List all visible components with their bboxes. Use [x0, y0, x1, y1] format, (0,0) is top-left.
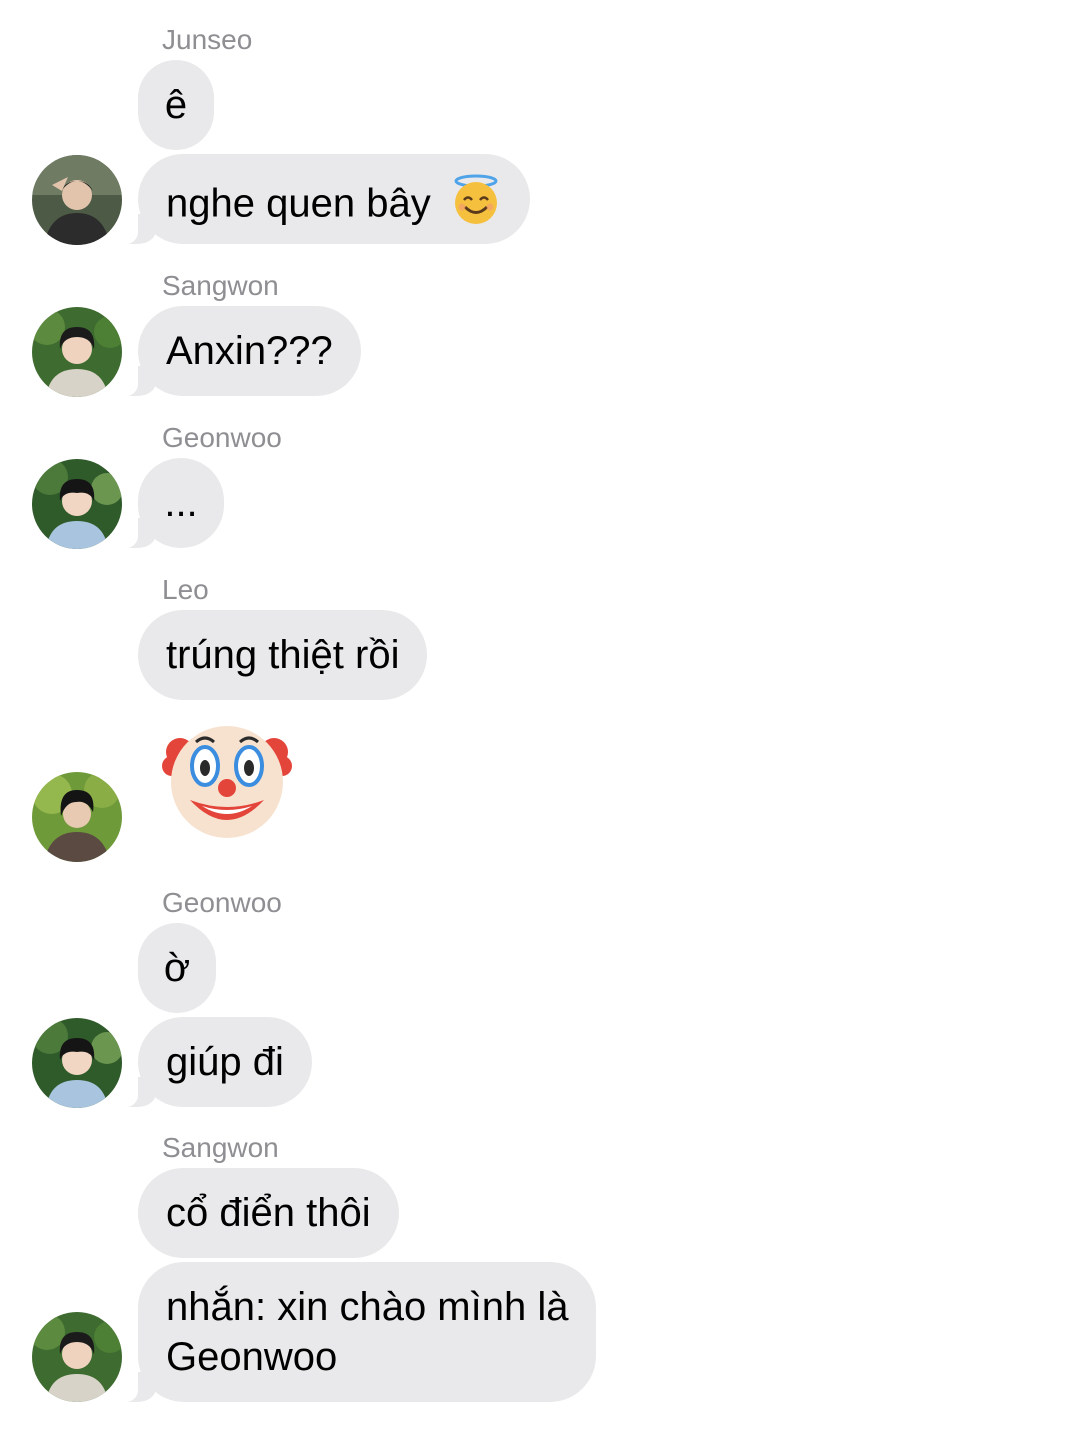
message-bubble[interactable]: nhắn: xin chào mình là Geonwoo — [119, 1262, 597, 1402]
sender-name: Sangwon — [162, 270, 279, 301]
avatar[interactable] — [32, 155, 122, 245]
message-text: cổ điển thôi — [166, 1191, 371, 1235]
message-text: ... — [164, 481, 198, 525]
message-bubble[interactable]: ... — [120, 458, 224, 548]
sender-name: Geonwoo — [162, 422, 282, 453]
avatar[interactable] — [32, 1312, 122, 1402]
sender-name: Geonwoo — [162, 887, 282, 918]
message-bubble[interactable]: nghe quen bây — [120, 154, 530, 244]
avatar[interactable] — [32, 459, 122, 549]
message-bubble[interactable]: cổ điển thôi — [138, 1168, 399, 1258]
avatar[interactable] — [32, 772, 122, 862]
message-text: Anxin??? — [166, 329, 333, 373]
sender-name: Sangwon — [162, 1132, 279, 1163]
message-text: nhắn: xin chào mình là — [166, 1285, 569, 1329]
avatar[interactable] — [32, 307, 122, 397]
avatar[interactable] — [32, 1018, 122, 1108]
message-bubble[interactable]: ờ — [138, 923, 216, 1013]
sender-name: Leo — [162, 574, 209, 605]
message-text: giúp đi — [166, 1040, 284, 1084]
message-text: ê — [164, 83, 188, 127]
clown-face-emoji-icon[interactable] — [162, 722, 292, 840]
message-bubble[interactable]: giúp đi — [120, 1017, 312, 1107]
message-text: ờ — [163, 946, 191, 990]
message-bubble[interactable]: trúng thiệt rồi — [138, 610, 428, 700]
message-bubble[interactable]: ê — [138, 60, 214, 150]
message-text: nghe quen bây — [166, 181, 431, 226]
halo-smile-emoji-icon — [450, 174, 502, 238]
message-text: trúng thiệt rồi — [166, 633, 400, 677]
message-bubble[interactable]: Anxin??? — [120, 306, 361, 396]
sender-name: Junseo — [162, 24, 253, 55]
message-text: Geonwoo — [166, 1335, 338, 1379]
